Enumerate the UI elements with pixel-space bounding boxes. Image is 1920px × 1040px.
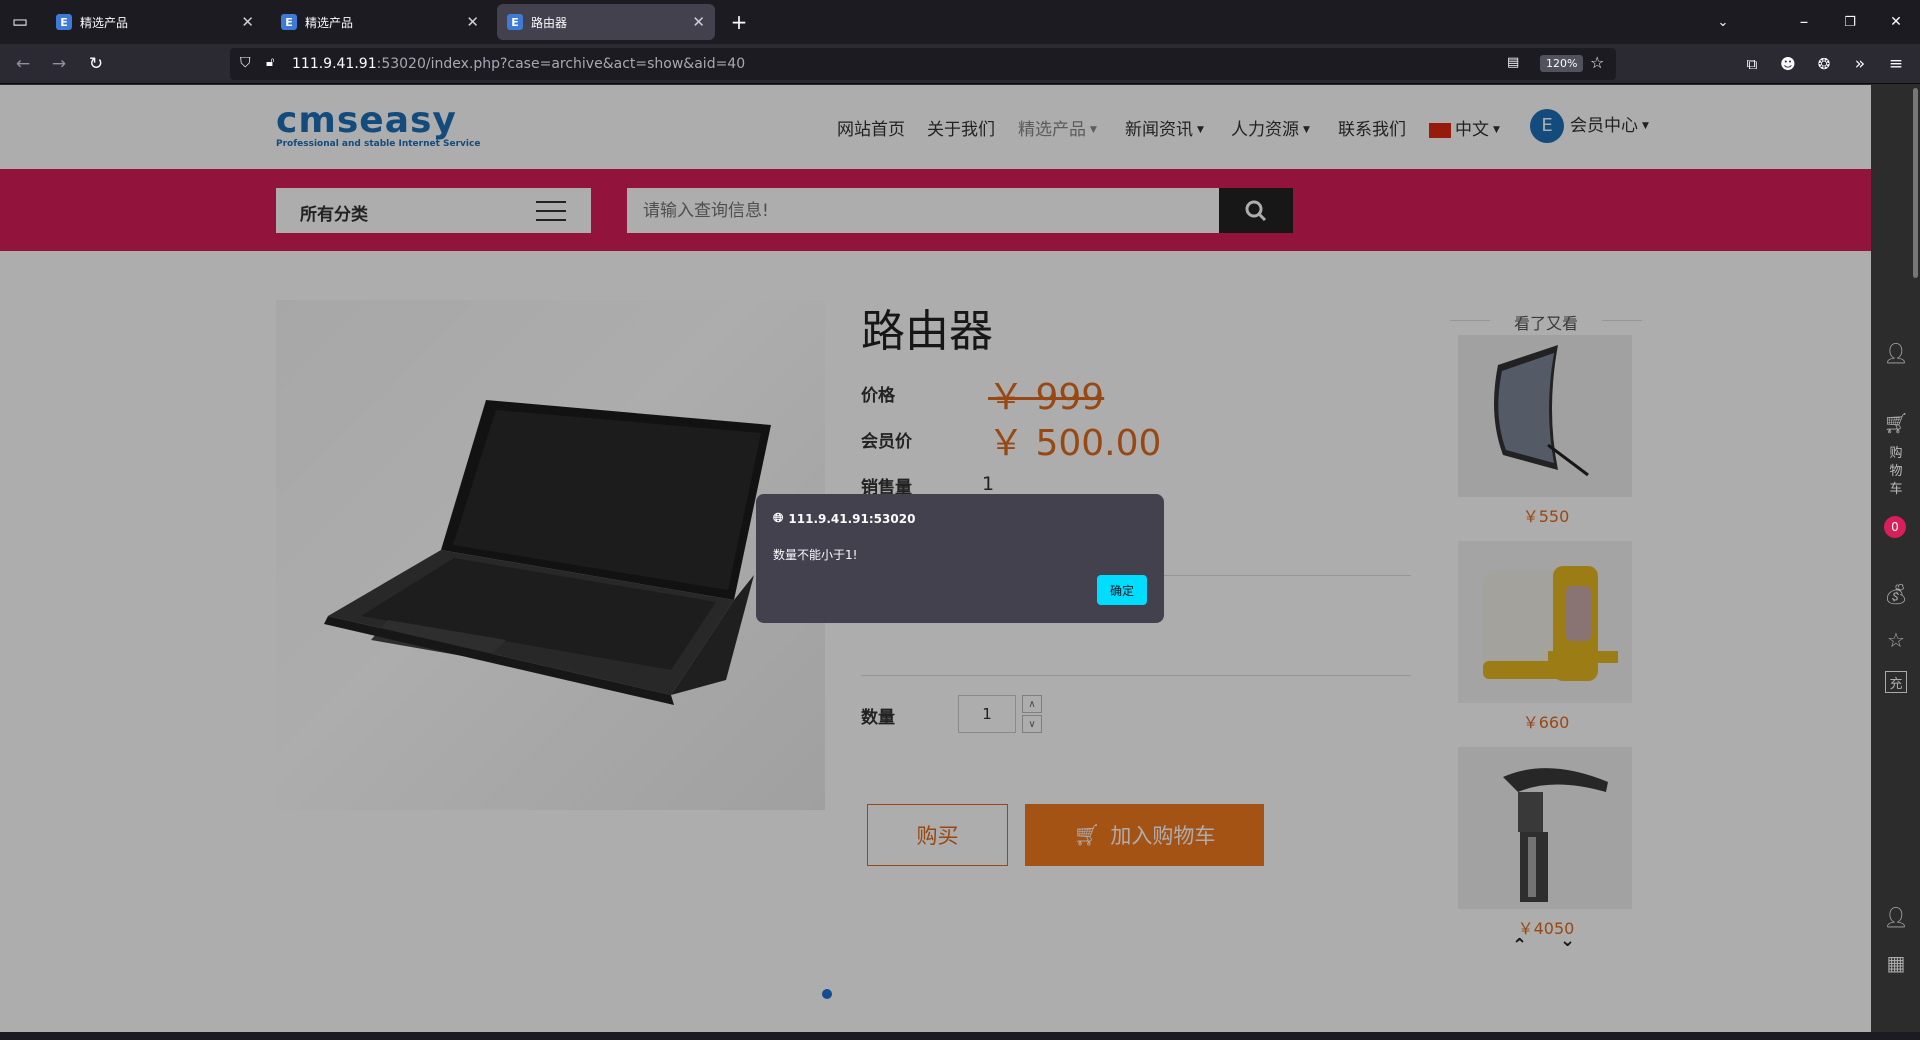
tab-title: 精选产品 (305, 15, 354, 30)
dialog-message: 数量不能小于1! (773, 548, 858, 562)
app-menu-icon[interactable]: ≡ (1884, 52, 1908, 76)
navigation-bar: ← → ↻ ⛉ 🔓︎ 111.9.41.91:53020/index.php?c… (0, 44, 1920, 84)
site-favicon-icon: E (281, 14, 297, 30)
bookmark-star-icon[interactable]: ☆ (1590, 53, 1604, 72)
cookie-icon[interactable]: ❂ (1812, 52, 1836, 76)
close-tab-icon[interactable]: ✕ (692, 13, 705, 31)
tab-title: 精选产品 (80, 15, 129, 30)
tab-list-icon[interactable]: ▭ (8, 10, 32, 34)
cart-text-label: 购物车 (1889, 446, 1903, 497)
tab-title: 路由器 (531, 15, 568, 30)
ok-button[interactable]: 确定 (1097, 575, 1147, 605)
site-favicon-icon: E (507, 14, 523, 30)
tab-3-active[interactable]: E 路由器 ✕ (497, 4, 715, 40)
extensions-icon[interactable]: ⧉ (1740, 52, 1764, 76)
minimize-icon[interactable]: – (1792, 10, 1816, 34)
tab-2[interactable]: E 精选产品 ✕ (271, 4, 489, 40)
alert-dialog: 🌐︎ 111.9.41.91:53020 数量不能小于1! 确定 (756, 494, 1164, 623)
customer-service-icon[interactable]: 👤︎ (1883, 904, 1909, 930)
overflow-menu-icon[interactable]: » (1848, 52, 1872, 76)
url-text[interactable]: 111.9.41.91:53020/index.php?case=archive… (292, 56, 745, 72)
close-window-icon[interactable]: ✕ (1884, 10, 1908, 34)
tab-1[interactable]: E 精选产品 ✕ (46, 4, 264, 40)
user-icon[interactable]: 👤︎ (1883, 340, 1909, 366)
lock-icon[interactable]: 🔓︎ (266, 55, 274, 70)
reader-view-icon[interactable]: ▤ (1507, 55, 1519, 70)
restore-icon[interactable]: ❐ (1838, 10, 1862, 34)
dialog-origin: 🌐︎ 111.9.41.91:53020 (773, 511, 915, 526)
url-bar[interactable]: ⛉ 🔓︎ 111.9.41.91:53020/index.php?case=ar… (230, 48, 1616, 80)
reload-icon[interactable]: ↻ (84, 52, 108, 76)
dialog-origin-text: 111.9.41.91:53020 (788, 511, 916, 526)
burp-extension-icon[interactable]: ☻ (1776, 52, 1800, 76)
list-all-tabs-icon[interactable]: ⌄ (1711, 10, 1735, 34)
zoom-level[interactable]: 120% (1540, 55, 1584, 72)
cart-text[interactable]: 购物车 (1884, 445, 1908, 499)
recharge-icon[interactable]: 充 (1885, 671, 1907, 693)
favorites-star-icon[interactable]: ☆ (1883, 627, 1909, 653)
close-tab-icon[interactable]: ✕ (241, 13, 254, 31)
new-tab-icon[interactable]: + (727, 10, 751, 34)
forward-icon[interactable]: → (47, 52, 71, 76)
cart-count-badge: 0 (1884, 516, 1906, 538)
money-bag-icon[interactable]: 💰︎ (1883, 581, 1909, 607)
close-tab-icon[interactable]: ✕ (466, 13, 479, 31)
qr-code-icon[interactable]: ▦ (1883, 950, 1909, 976)
bottom-edge (0, 1032, 1920, 1040)
tab-bar: ▭ E 精选产品 ✕ E 精选产品 ✕ E 路由器 ✕ + ⌄ – ❐ ✕ (0, 0, 1920, 44)
site-favicon-icon: E (56, 14, 72, 30)
shield-icon[interactable]: ⛉ (240, 55, 251, 71)
cart-icon[interactable]: 🛒︎ (1883, 410, 1909, 436)
globe-icon: 🌐︎ (773, 511, 784, 526)
scrollbar[interactable] (1913, 88, 1918, 278)
back-icon[interactable]: ← (11, 52, 35, 76)
